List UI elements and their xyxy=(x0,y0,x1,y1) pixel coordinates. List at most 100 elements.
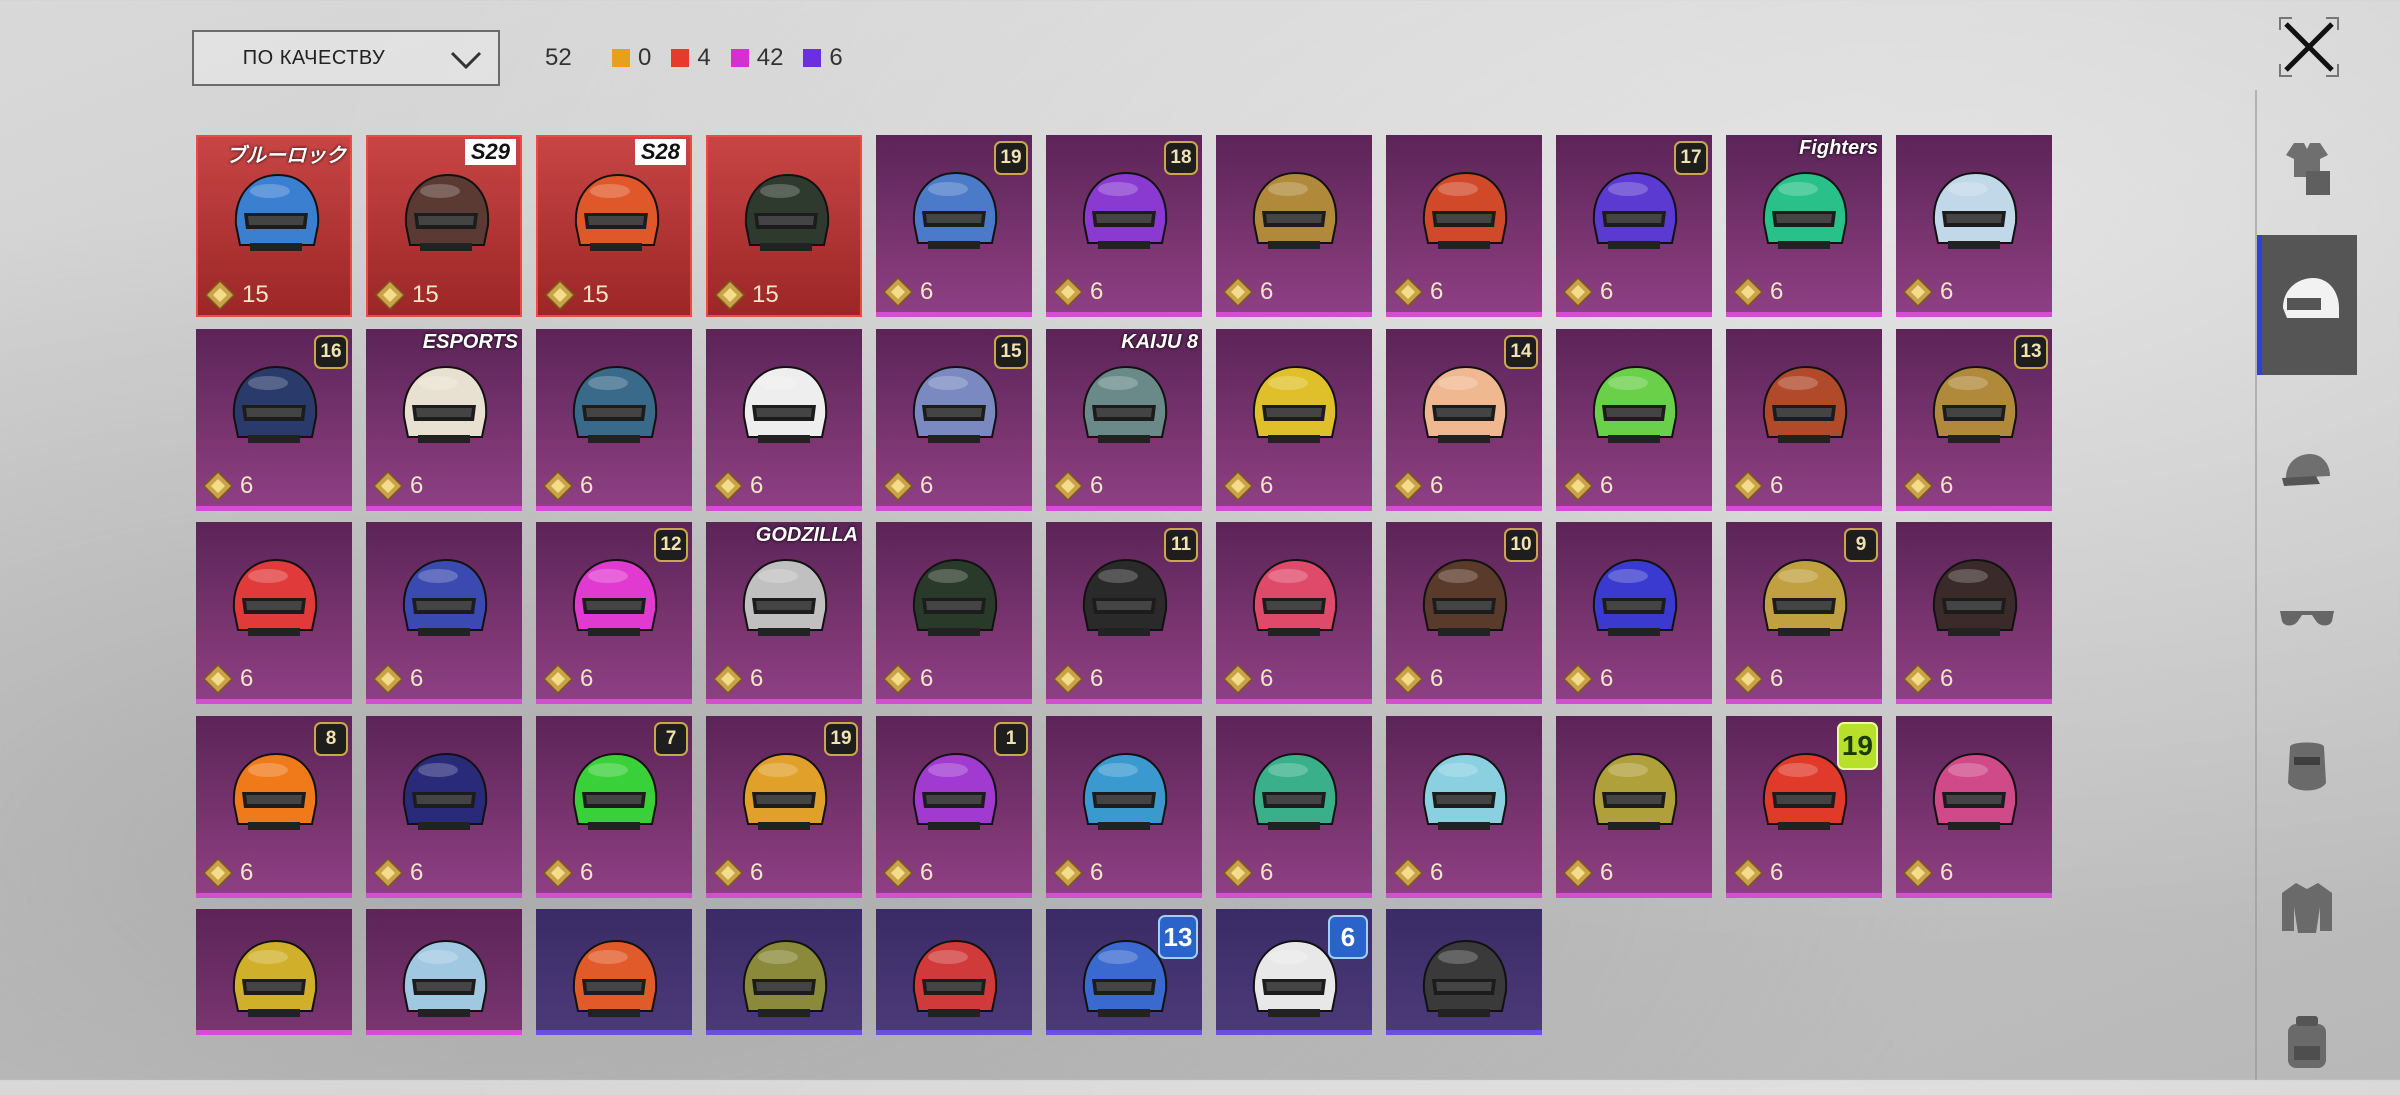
item-price: 6 xyxy=(1562,470,1613,502)
helmet-icon xyxy=(742,752,828,830)
helmet-item-card[interactable]: 6 xyxy=(1726,328,1882,511)
outfit-icon xyxy=(2276,137,2338,204)
helmet-icon xyxy=(1932,752,2018,830)
helmet-item-card[interactable]: 11 6 xyxy=(1046,522,1202,704)
price-value: 6 xyxy=(1600,665,1614,692)
helmet-item-card[interactable]: S28 15 xyxy=(536,135,692,317)
helmet-item-card[interactable]: 6 xyxy=(1216,328,1372,511)
helmet-item-card[interactable]: 6 xyxy=(1556,328,1712,511)
helmet-item-card[interactable]: 6 xyxy=(366,715,522,898)
item-price: 6 xyxy=(1392,276,1443,308)
helmet-icon xyxy=(1592,171,1678,249)
helmet-item-card[interactable]: 16 6 xyxy=(196,328,352,511)
filter-bar: ПО КАЧЕСТВУ 52 0 4 42 6 xyxy=(0,0,2250,120)
helmet-item-card[interactable]: 6 xyxy=(1896,715,2052,898)
helmet-item-card[interactable]: 6 xyxy=(1386,715,1542,898)
sidebar-tab-glasses[interactable] xyxy=(2257,570,2357,670)
helmet-item-card[interactable] xyxy=(366,909,522,1035)
helmet-item-card[interactable] xyxy=(536,909,692,1035)
helmet-item-card[interactable] xyxy=(706,909,862,1035)
helmet-item-card[interactable]: ESPORTS 6 xyxy=(366,328,522,511)
price-value: 6 xyxy=(920,858,934,886)
helmet-item-card[interactable]: 14 6 xyxy=(1386,328,1542,511)
helmet-item-card[interactable]: 6 xyxy=(1556,522,1712,704)
currency-icon xyxy=(372,857,404,888)
helmet-item-card[interactable]: 19 6 xyxy=(876,135,1032,317)
helmet-item-card[interactable]: 6 xyxy=(876,522,1032,704)
helmet-icon xyxy=(1592,558,1678,636)
helmet-item-card[interactable]: 6 xyxy=(1896,135,2052,317)
sidebar-tab-jacket[interactable] xyxy=(2257,860,2357,960)
helmet-icon xyxy=(1592,752,1678,830)
legend-count: 4 xyxy=(697,44,711,71)
price-value: 6 xyxy=(1940,278,1954,305)
helmet-item-card[interactable]: Fighters 6 xyxy=(1726,135,1882,317)
helmet-item-card[interactable]: 6 xyxy=(1216,715,1372,898)
cap-icon xyxy=(2276,442,2338,509)
helmet-item-card[interactable]: 6 xyxy=(1216,522,1372,704)
helmet-item-card[interactable]: 6 xyxy=(1896,522,2052,704)
helmet-item-card[interactable] xyxy=(1386,909,1542,1035)
helmet-icon xyxy=(912,752,998,830)
helmet-item-card[interactable]: 6 xyxy=(536,328,692,511)
price-value: 15 xyxy=(242,281,269,308)
legend-item: 42 xyxy=(730,44,783,72)
helmet-item-card[interactable]: 6 xyxy=(1216,909,1372,1035)
currency-icon xyxy=(714,279,746,311)
helmet-item-card[interactable]: 6 xyxy=(196,522,352,704)
helmet-item-card[interactable]: 13 xyxy=(1046,909,1202,1035)
helmet-item-card[interactable]: 6 xyxy=(1046,715,1202,898)
helmet-item-card[interactable]: 13 6 xyxy=(1896,328,2052,511)
helmet-icon xyxy=(1932,365,2018,443)
helmet-item-card[interactable]: 96 xyxy=(1726,522,1882,704)
currency-icon xyxy=(202,857,234,888)
helmet-item-card[interactable]: 6 xyxy=(1386,135,1542,317)
rank-badge: 1 xyxy=(994,721,1028,756)
rank-badge: 14 xyxy=(1504,334,1538,369)
sort-dropdown[interactable]: ПО КАЧЕСТВУ xyxy=(192,30,500,86)
currency-icon xyxy=(1392,663,1424,695)
helmet-item-card[interactable]: ブルーロック 15 xyxy=(196,135,352,317)
helmet-item-card[interactable]: 19 6 xyxy=(1726,715,1882,898)
helmet-item-card[interactable]: 18 6 xyxy=(1046,135,1202,317)
item-price: 6 xyxy=(1562,276,1613,308)
helmet-item-card[interactable]: 6 xyxy=(1216,135,1372,317)
currency-icon xyxy=(542,470,574,501)
helmet-item-card[interactable]: GODZILLA 6 xyxy=(706,522,862,704)
collab-tag: S29 xyxy=(464,139,516,165)
currency-icon xyxy=(1222,663,1254,695)
currency-icon xyxy=(1562,470,1594,501)
helmet-item-card[interactable]: 76 xyxy=(536,715,692,898)
sidebar-tab-backpack[interactable] xyxy=(2257,995,2357,1095)
legend-count: 0 xyxy=(638,44,652,71)
helmet-item-card[interactable]: 6 xyxy=(366,522,522,704)
helmet-icon xyxy=(572,752,658,830)
item-price: 6 xyxy=(882,857,933,889)
helmet-icon xyxy=(572,939,658,1017)
price-value: 6 xyxy=(240,665,254,692)
helmet-item-card[interactable] xyxy=(876,909,1032,1035)
currency-icon xyxy=(1902,276,1934,308)
sidebar-tab-cap[interactable] xyxy=(2257,425,2357,525)
currency-icon xyxy=(1392,470,1424,501)
helmet-item-card[interactable]: 16 xyxy=(876,715,1032,898)
price-value: 15 xyxy=(412,281,439,308)
helmet-item-card[interactable]: 86 xyxy=(196,715,352,898)
helmet-item-card[interactable]: S29 15 xyxy=(366,135,522,317)
sidebar-tab-helmet[interactable] xyxy=(2257,235,2357,375)
helmet-item-card[interactable]: KAIJU 8 6 xyxy=(1046,328,1202,511)
helmet-item-card[interactable]: 12 6 xyxy=(536,522,692,704)
close-icon[interactable] xyxy=(2278,16,2340,78)
sidebar-tab-mask[interactable] xyxy=(2257,720,2357,820)
helmet-item-card[interactable]: 15 6 xyxy=(876,328,1032,511)
helmet-item-card[interactable]: 17 6 xyxy=(1556,135,1712,317)
sidebar-tab-outfit[interactable] xyxy=(2257,120,2357,220)
helmet-item-card[interactable]: 6 xyxy=(1556,715,1712,898)
helmet-item-card[interactable]: 15 xyxy=(706,135,862,317)
helmet-item-card[interactable]: 10 6 xyxy=(1386,522,1542,704)
item-price: 6 xyxy=(1392,470,1443,502)
helmet-item-card[interactable] xyxy=(196,909,352,1035)
helmet-item-card[interactable]: 6 xyxy=(706,328,862,511)
helmet-item-card[interactable]: 19 6 xyxy=(706,715,862,898)
item-price: 6 xyxy=(1052,470,1103,502)
